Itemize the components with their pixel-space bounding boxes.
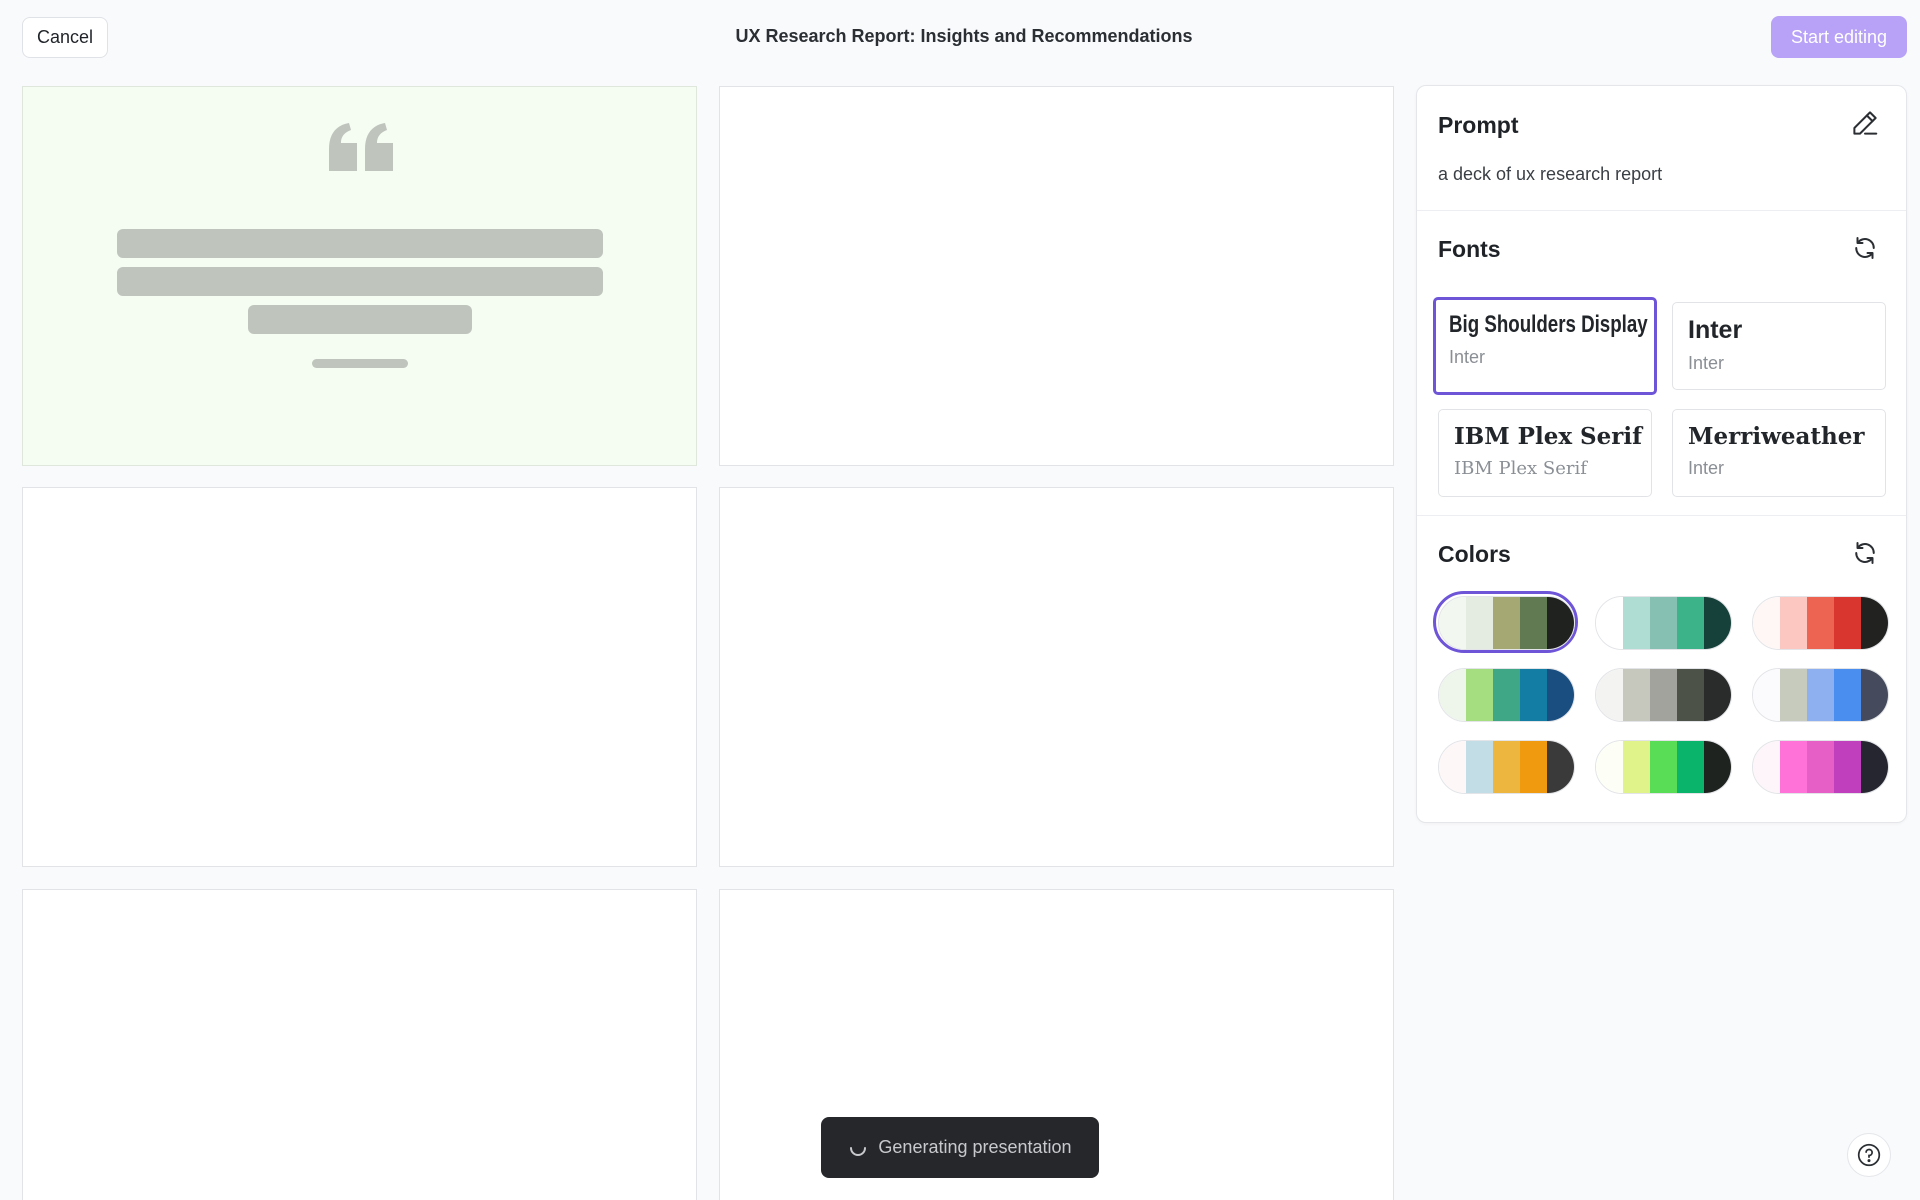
color-chip [1650, 741, 1677, 793]
slide-thumbnail-3[interactable] [22, 487, 697, 867]
help-button[interactable] [1847, 1133, 1891, 1177]
font-option-ibm-plex-serif[interactable]: IBM Plex Serif IBM Plex Serif [1438, 409, 1652, 497]
spinner-icon [850, 1146, 867, 1156]
color-chip [1493, 597, 1520, 649]
divider [1417, 210, 1906, 211]
color-chip [1439, 669, 1466, 721]
color-chip [1466, 597, 1493, 649]
color-palette-option-6[interactable] [1752, 668, 1889, 722]
help-icon [1857, 1143, 1881, 1167]
color-chip [1704, 597, 1731, 649]
color-chip [1547, 741, 1574, 793]
text-placeholder [248, 305, 472, 334]
color-chip [1780, 669, 1807, 721]
color-chip [1753, 741, 1780, 793]
color-chip [1547, 669, 1574, 721]
slide-thumbnail-4[interactable] [719, 487, 1394, 867]
text-placeholder [117, 267, 603, 296]
color-palette-option-3[interactable] [1752, 596, 1889, 650]
color-palette-option-8[interactable] [1595, 740, 1732, 794]
color-chip [1861, 669, 1888, 721]
slide-thumbnail-1[interactable] [22, 86, 697, 466]
color-chip [1677, 741, 1704, 793]
color-chip [1493, 741, 1520, 793]
color-chip [1596, 597, 1623, 649]
color-chip [1650, 669, 1677, 721]
font-heading-label: IBM Plex Serif [1454, 423, 1643, 450]
color-chip [1466, 741, 1493, 793]
font-option-inter[interactable]: Inter Inter [1672, 302, 1886, 390]
color-chip [1753, 669, 1780, 721]
color-chip [1807, 597, 1834, 649]
color-chip [1834, 597, 1861, 649]
color-chip [1861, 597, 1888, 649]
color-chip [1753, 597, 1780, 649]
color-chip [1520, 597, 1547, 649]
font-heading-label: Inter [1688, 316, 1743, 344]
slide-thumbnail-2[interactable] [719, 86, 1394, 466]
color-chip [1439, 741, 1466, 793]
slide-thumbnail-5[interactable] [22, 889, 697, 1200]
font-option-merriweather[interactable]: Merriweather Inter [1672, 409, 1886, 497]
color-chip [1780, 597, 1807, 649]
cancel-button[interactable]: Cancel [22, 17, 108, 58]
font-body-label: Inter [1688, 353, 1725, 373]
color-chip [1520, 741, 1547, 793]
color-chip [1861, 741, 1888, 793]
generating-toast: Generating presentation [821, 1117, 1099, 1178]
font-heading-label: Merriweather [1688, 423, 1865, 450]
color-palette-option-2[interactable] [1595, 596, 1732, 650]
color-chip [1834, 669, 1861, 721]
color-chip [1807, 741, 1834, 793]
color-chip [1493, 669, 1520, 721]
divider [1417, 515, 1906, 516]
color-chip [1596, 741, 1623, 793]
color-palette-option-9[interactable] [1752, 740, 1889, 794]
font-heading-label: Big Shoulders Display [1449, 311, 1648, 338]
toast-text: Generating presentation [878, 1137, 1072, 1157]
color-palette-option-4[interactable] [1438, 668, 1575, 722]
start-editing-button[interactable]: Start editing [1771, 16, 1907, 58]
refresh-colors-icon[interactable] [1850, 538, 1880, 568]
prompt-text: a deck of ux research report [1438, 164, 1663, 184]
fonts-title: Fonts [1438, 236, 1501, 262]
theme-panel: Prompt a deck of ux research report Font… [1416, 85, 1907, 823]
font-body-label: Inter [1449, 347, 1486, 367]
text-placeholder [117, 229, 603, 258]
quote-icon [329, 123, 393, 171]
attribution-placeholder [312, 359, 408, 368]
font-body-label: IBM Plex Serif [1454, 458, 1587, 479]
color-chip [1596, 669, 1623, 721]
color-chip [1704, 669, 1731, 721]
color-chip [1704, 741, 1731, 793]
color-chip [1834, 741, 1861, 793]
color-chip [1677, 597, 1704, 649]
color-chip [1780, 741, 1807, 793]
pencil-icon[interactable] [1850, 108, 1880, 138]
prompt-title: Prompt [1438, 112, 1519, 138]
color-chip [1623, 741, 1650, 793]
refresh-fonts-icon[interactable] [1850, 233, 1880, 263]
color-chip [1466, 669, 1493, 721]
color-chip [1623, 669, 1650, 721]
color-chip [1677, 669, 1704, 721]
font-option-big-shoulders[interactable]: Big Shoulders Display Inter [1433, 297, 1657, 395]
presentation-title: UX Research Report: Insights and Recomme… [735, 26, 1193, 46]
color-chip [1623, 597, 1650, 649]
color-palette-option-7[interactable] [1438, 740, 1575, 794]
colors-title: Colors [1438, 541, 1511, 567]
color-chip [1807, 669, 1834, 721]
color-chip [1520, 669, 1547, 721]
color-palette-option-1[interactable] [1438, 596, 1575, 650]
font-body-label: Inter [1688, 458, 1725, 478]
color-palette-option-5[interactable] [1595, 668, 1732, 722]
color-chip [1650, 597, 1677, 649]
